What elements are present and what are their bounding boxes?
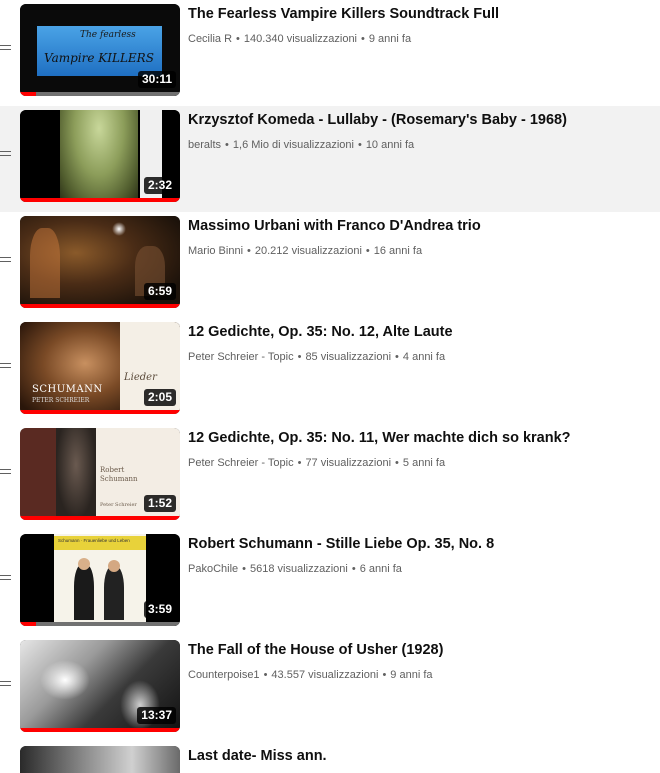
- channel-name[interactable]: beralts: [188, 139, 221, 151]
- video-thumbnail[interactable]: [20, 746, 180, 773]
- upload-age: 4 anni fa: [402, 351, 446, 363]
- video-title[interactable]: 12 Gedichte, Op. 35: No. 12, Alte Laute: [188, 324, 648, 340]
- video-thumbnail[interactable]: Robert Schumann Peter Schreier 1:52: [20, 428, 180, 520]
- thumbnail-caption: PETER SCHREIER: [32, 397, 90, 404]
- thumbnail-caption: Schumann: [100, 475, 138, 483]
- thumbnail-caption: Schumann · Frauenliebe und Leben: [58, 538, 130, 543]
- playlist-item[interactable]: 13:37 The Fall of the House of Usher (19…: [0, 636, 660, 742]
- drag-handle-icon[interactable]: [0, 45, 11, 52]
- playlist-item[interactable]: The fearless Vampire KILLERS 30:11 The F…: [0, 0, 660, 106]
- upload-age: 9 anni fa: [368, 33, 412, 45]
- upload-age: 5 anni fa: [402, 457, 446, 469]
- thumbnail-caption: Peter Schreier: [100, 502, 137, 508]
- playlist-item[interactable]: Schumann · Frauenliebe und Leben 3:59 Ro…: [0, 530, 660, 636]
- video-meta: PakoChile • 5618 visualizzazioni • 6 anni fa: [188, 563, 402, 575]
- video-title[interactable]: 12 Gedichte, Op. 35: No. 11, Wer machte …: [188, 430, 648, 446]
- watch-progress-bar: [20, 92, 180, 96]
- video-title[interactable]: Krzysztof Komeda - Lullaby - (Rosemary's…: [188, 112, 648, 128]
- watch-progress-bar: [20, 304, 180, 308]
- video-thumbnail[interactable]: Schumann · Frauenliebe und Leben 3:59: [20, 534, 180, 626]
- channel-name[interactable]: Cecilia R: [188, 33, 232, 45]
- drag-handle-icon[interactable]: [0, 363, 11, 370]
- video-meta: Mario Binni • 20.212 visualizzazioni • 16 an…: [188, 245, 423, 257]
- video-meta: Cecilia R • 140.340 visualizzazioni • 9 anni…: [188, 33, 412, 45]
- video-meta: Peter Schreier - Topic • 77 visualizzazion…: [188, 457, 446, 469]
- playlist-item[interactable]: Robert Schumann Peter Schreier 1:52 12 G…: [0, 424, 660, 530]
- video-thumbnail[interactable]: 6:59: [20, 216, 180, 308]
- watch-progress-bar: [20, 728, 180, 732]
- video-title[interactable]: Robert Schumann - Stille Liebe Op. 35, N…: [188, 536, 648, 552]
- channel-name[interactable]: PakoChile: [188, 563, 238, 575]
- channel-name[interactable]: Counterpoise1: [188, 669, 260, 681]
- video-thumbnail[interactable]: 2:32: [20, 110, 180, 202]
- video-meta: beralts • 1,6 Mio di visualizzazioni • 10 an…: [188, 139, 415, 151]
- view-count: 140.340 visualizzazioni: [243, 33, 358, 45]
- view-count: 43.557 visualizzazioni: [271, 669, 379, 681]
- video-thumbnail[interactable]: 13:37: [20, 640, 180, 732]
- view-count: 1,6 Mio di visualizzazioni: [232, 139, 354, 151]
- drag-handle-icon[interactable]: [0, 681, 11, 688]
- video-title[interactable]: Last date- Miss ann.: [188, 748, 648, 764]
- video-meta: Counterpoise1 • 43.557 visualizzazioni • 9 a…: [188, 669, 433, 681]
- playlist-item[interactable]: SCHUMANN PETER SCHREIER Lieder 2:05 12 G…: [0, 318, 660, 424]
- playlist-item[interactable]: 6:59 Massimo Urbani with Franco D'Andrea…: [0, 212, 660, 318]
- watch-progress-bar: [20, 410, 180, 414]
- view-count: 77 visualizzazioni: [305, 457, 392, 469]
- thumbnail-caption: Vampire KILLERS: [44, 51, 154, 65]
- duration-badge: 30:11: [137, 71, 176, 88]
- video-thumbnail[interactable]: SCHUMANN PETER SCHREIER Lieder 2:05: [20, 322, 180, 414]
- watch-progress-bar: [20, 516, 180, 520]
- channel-name[interactable]: Peter Schreier - Topic: [188, 457, 294, 469]
- upload-age: 6 anni fa: [359, 563, 402, 575]
- drag-handle-icon[interactable]: [0, 575, 11, 582]
- channel-name[interactable]: Mario Binni: [188, 245, 243, 257]
- upload-age: 9 anni fa: [390, 669, 433, 681]
- view-count: 85 visualizzazioni: [305, 351, 392, 363]
- duration-badge: 2:05: [143, 389, 176, 406]
- drag-handle-icon[interactable]: [0, 151, 11, 158]
- thumbnail-caption: SCHUMANN: [32, 384, 103, 395]
- watch-progress-bar: [20, 198, 180, 202]
- video-title[interactable]: The Fearless Vampire Killers Soundtrack …: [188, 6, 648, 22]
- thumbnail-caption: Lieder: [124, 372, 157, 383]
- duration-badge: 1:52: [143, 495, 176, 512]
- playlist-item[interactable]: Last date- Miss ann.: [0, 742, 660, 773]
- duration-badge: 6:59: [143, 283, 176, 300]
- thumbnail-caption: Robert: [100, 466, 125, 474]
- playlist-item[interactable]: 2:32 Krzysztof Komeda - Lullaby - (Rosem…: [0, 106, 660, 212]
- upload-age: 10 anni fa: [365, 139, 415, 151]
- watch-progress-bar: [20, 622, 180, 626]
- video-title[interactable]: Massimo Urbani with Franco D'Andrea trio: [188, 218, 648, 234]
- view-count: 5618 visualizzazioni: [250, 563, 348, 575]
- drag-handle-icon[interactable]: [0, 469, 11, 476]
- thumbnail-caption: The fearless: [80, 30, 136, 40]
- duration-badge: 3:59: [143, 601, 176, 618]
- duration-badge: 13:37: [137, 707, 176, 724]
- upload-age: 16 anni fa: [373, 245, 423, 257]
- video-thumbnail[interactable]: The fearless Vampire KILLERS 30:11: [20, 4, 180, 96]
- video-meta: Peter Schreier - Topic • 85 visualizzazion…: [188, 351, 446, 363]
- video-title[interactable]: The Fall of the House of Usher (1928): [188, 642, 648, 658]
- channel-name[interactable]: Peter Schreier - Topic: [188, 351, 294, 363]
- drag-handle-icon[interactable]: [0, 257, 11, 264]
- view-count: 20.212 visualizzazioni: [254, 245, 362, 257]
- duration-badge: 2:32: [143, 177, 176, 194]
